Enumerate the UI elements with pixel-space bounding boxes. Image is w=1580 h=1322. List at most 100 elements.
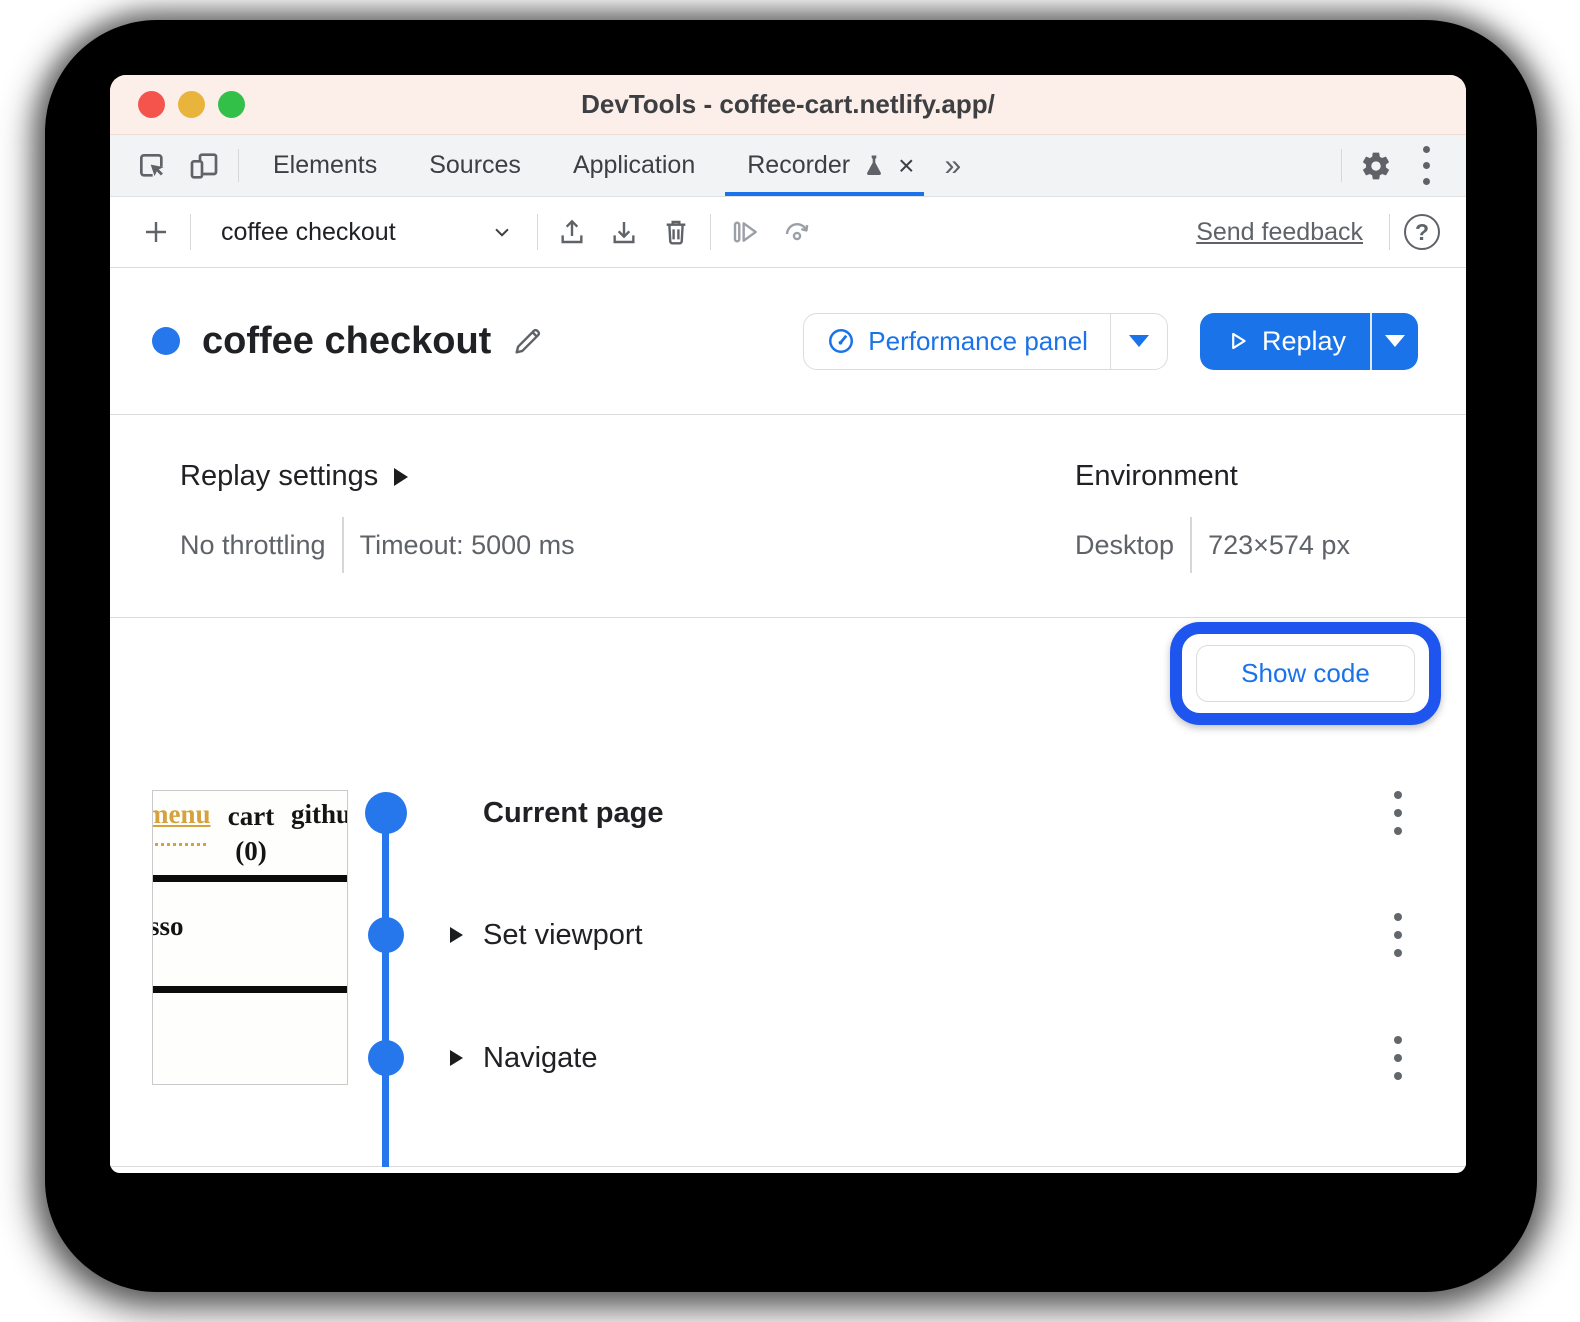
thumbnail-cart-word: cart [219,799,283,834]
divider [342,517,344,573]
import-recording-button[interactable] [546,206,598,258]
send-feedback-link[interactable]: Send feedback [1196,218,1363,247]
performance-panel-caret-button[interactable] [1111,314,1167,369]
more-tabs-button[interactable]: » [928,135,979,196]
chevron-down-icon [489,219,515,245]
performance-panel-label: Performance panel [868,326,1088,357]
thumbnail-rule [153,875,347,882]
thumbnail-dotted-line [155,843,209,846]
kebab-icon [1423,162,1430,169]
speedometer-icon [826,326,856,356]
add-recording-button[interactable] [130,206,182,258]
thumbnail-menu-text: menu [152,799,211,830]
divider [238,149,239,182]
timeline-dot [365,792,407,834]
caret-down-icon [1129,335,1149,347]
devtools-window: DevTools - coffee-cart.netlify.app/ Elem… [110,75,1466,1173]
timeline-dot [368,1040,404,1076]
delete-recording-button[interactable] [650,206,702,258]
devtools-menu-button[interactable] [1402,135,1450,196]
inspect-icon [136,150,168,182]
tab-label: Sources [429,151,521,180]
kebab-icon [1423,146,1430,153]
plus-icon [140,216,172,248]
device-toolbar-icon [188,150,220,182]
performance-panel-button-group: Performance panel [803,313,1168,370]
step-menu-button[interactable] [1390,787,1406,839]
replay-caret-button[interactable] [1372,313,1418,370]
expand-step-icon[interactable] [450,1050,463,1066]
thumbnail-cart-count: (0) [219,834,283,869]
tab-label: Application [573,151,695,180]
throttling-value: No throttling [180,530,326,561]
tab-recorder[interactable]: Recorder × [721,135,928,196]
thumbnail-github-text: github [291,799,348,830]
performance-panel-button[interactable]: Performance panel [804,314,1110,369]
kebab-icon [1394,827,1402,835]
kebab-icon [1394,949,1402,957]
edit-title-button[interactable] [511,324,545,358]
expand-step-icon[interactable] [450,927,463,943]
timeout-value: Timeout: 5000 ms [360,530,575,561]
settings-section: Replay settings No throttling Timeout: 5… [110,416,1466,618]
step-menu-button[interactable] [1390,909,1406,961]
replay-button[interactable]: Replay [1200,313,1370,370]
step-over-button[interactable] [719,206,771,258]
kebab-icon [1423,178,1430,185]
recording-title: coffee checkout [202,320,491,363]
step-label: Navigate [483,1042,597,1075]
step-navigate[interactable]: Navigate [450,1036,1436,1080]
zoom-window-button[interactable] [218,91,245,118]
kebab-icon [1394,1036,1402,1044]
recording-select[interactable]: coffee checkout [199,204,529,260]
tab-sources[interactable]: Sources [403,135,547,196]
replay-settings-toggle[interactable]: Replay settings [180,460,575,493]
device-toolbar-button[interactable] [178,135,230,196]
download-icon [608,216,640,248]
caret-down-icon [1385,335,1405,347]
recorder-toolbar: coffee checkout [110,197,1466,268]
viewport-value: 723×574 px [1208,530,1350,561]
kebab-icon [1394,1054,1402,1062]
thumbnail-cart-text: cart (0) [219,799,283,869]
help-button[interactable]: ? [1404,214,1440,250]
settings-button[interactable] [1350,135,1402,196]
recording-select-value: coffee checkout [221,218,396,247]
tabbar: Elements Sources Application Recorder × … [110,135,1466,197]
step-current-page[interactable]: Current page [450,791,1436,835]
tab-label: Recorder [747,151,850,180]
tab-label: Elements [273,151,377,180]
tab-application[interactable]: Application [547,135,721,196]
thumbnail-partial-text: sso [152,911,184,942]
step-menu-button[interactable] [1390,1032,1406,1084]
traffic-lights [138,75,245,134]
export-recording-button[interactable] [598,206,650,258]
divider [1190,517,1192,573]
step-label: Set viewport [483,919,643,952]
divider [1389,214,1390,250]
trash-icon [660,216,692,248]
environment-block: Environment Desktop 723×574 px [1075,460,1350,573]
page-thumbnail: menu cart (0) github sso [152,790,348,1085]
device-value: Desktop [1075,530,1174,561]
rerun-button[interactable] [771,206,823,258]
close-window-button[interactable] [138,91,165,118]
kebab-icon [1394,791,1402,799]
replay-label: Replay [1262,326,1346,357]
close-recorder-tab-icon[interactable]: × [898,152,914,180]
minimize-window-button[interactable] [178,91,205,118]
timeline-line [382,813,389,1167]
tabbar-right [1333,135,1450,196]
step-set-viewport[interactable]: Set viewport [450,913,1436,957]
gear-icon [1360,150,1392,182]
show-code-label: Show code [1241,658,1370,689]
step-label: Current page [483,797,663,830]
show-code-button[interactable]: Show code [1196,645,1415,702]
rerun-icon [781,216,813,248]
flask-icon [860,152,888,180]
upload-icon [556,216,588,248]
recording-header: coffee checkout Performance panel [110,268,1466,415]
inspect-element-button[interactable] [126,135,178,196]
tab-elements[interactable]: Elements [247,135,403,196]
divider [537,214,538,250]
